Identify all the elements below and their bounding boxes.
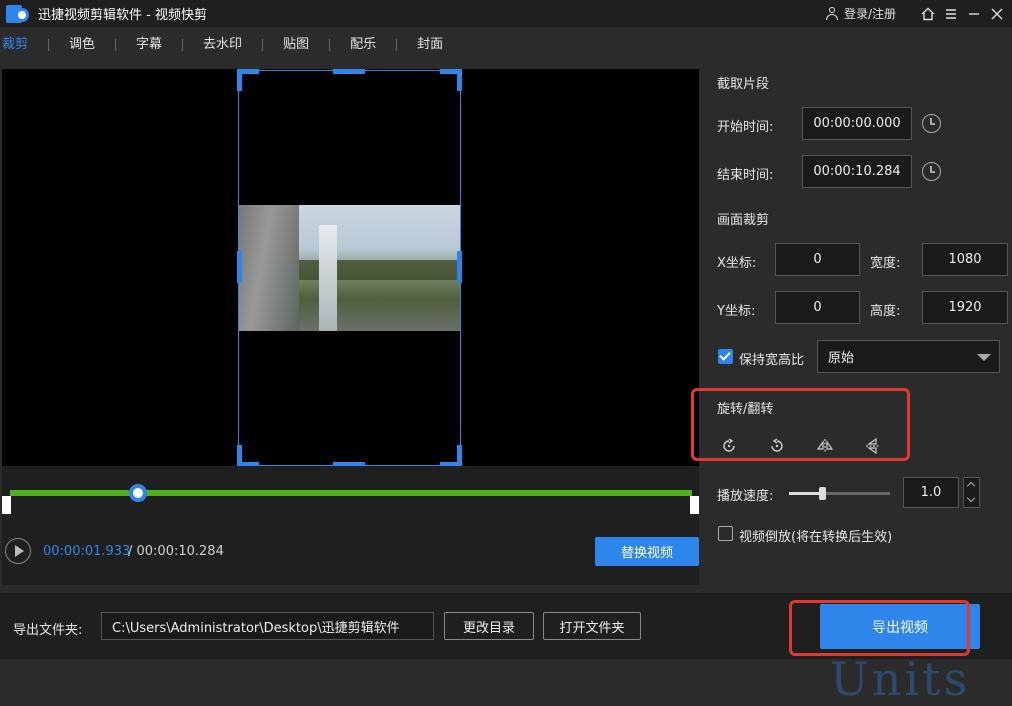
minimize-icon[interactable]: [962, 0, 985, 27]
user-icon: [825, 7, 838, 20]
crop-handle-top-left[interactable]: [237, 69, 259, 91]
speed-input[interactable]: 1.0: [903, 477, 959, 508]
crop-section-title: 画面裁剪: [717, 213, 770, 228]
export-highlight-box: [789, 600, 970, 656]
rotate-highlight-box: [691, 388, 910, 461]
crop-handle-left[interactable]: [237, 251, 242, 283]
start-time-input[interactable]: 00:00:00.000: [802, 107, 912, 140]
width-input[interactable]: 1080: [922, 243, 1008, 276]
chevron-down-icon: [977, 354, 991, 361]
speed-stepper[interactable]: [963, 477, 980, 508]
crop-handle-bottom-right[interactable]: [440, 445, 462, 467]
chevron-up-icon[interactable]: [966, 481, 976, 491]
speed-slider[interactable]: [789, 487, 890, 500]
speed-slider-fill: [789, 492, 823, 495]
tab-music[interactable]: 配乐: [330, 27, 396, 63]
login-button[interactable]: 登录/注册: [825, 5, 896, 22]
output-folder-label: 导出文件夹:: [13, 623, 83, 638]
crop-handle-right[interactable]: [457, 251, 462, 283]
app-title: 迅捷视频剪辑软件 - 视频快剪: [38, 8, 207, 23]
playhead-knob[interactable]: [129, 484, 148, 502]
height-label: 高度:: [870, 304, 901, 319]
current-time: 00:00:01.933: [43, 544, 131, 559]
menu-icon[interactable]: [939, 0, 962, 27]
timeline: 00:00:01.933 / 00:00:10.284: [2, 466, 699, 585]
clip-section-title: 截取片段: [717, 77, 770, 92]
tab-color[interactable]: 调色: [49, 27, 115, 63]
reverse-label: 视频倒放(将在转换后生效): [739, 530, 893, 545]
output-folder-path[interactable]: C:\Users\Administrator\Desktop\迅捷剪辑软件: [101, 612, 434, 640]
start-time-label: 开始时间:: [717, 120, 774, 135]
chevron-down-icon[interactable]: [966, 493, 976, 503]
keep-ratio-label: 保持宽高比: [739, 353, 805, 368]
end-time-input[interactable]: 00:00:10.284: [802, 155, 912, 188]
tab-crop[interactable]: 裁剪: [0, 27, 48, 63]
close-icon[interactable]: [985, 0, 1008, 27]
trim-start-handle[interactable]: [2, 496, 11, 514]
crop-frame[interactable]: [237, 69, 462, 467]
home-icon[interactable]: [916, 0, 939, 27]
change-directory-button[interactable]: 更改目录: [444, 612, 534, 640]
play-icon[interactable]: [5, 538, 31, 564]
replace-video-button[interactable]: 替换视频: [595, 537, 699, 566]
tab-remove-watermark[interactable]: 去水印: [183, 27, 262, 63]
height-input[interactable]: 1920: [922, 291, 1008, 324]
speed-label: 播放速度:: [717, 489, 774, 504]
aspect-ratio-value: 原始: [828, 351, 855, 366]
tab-sticker[interactable]: 贴图: [263, 27, 329, 63]
aspect-ratio-select[interactable]: 原始: [817, 340, 1000, 373]
x-coord-input[interactable]: 0: [775, 243, 860, 276]
reset-start-time-icon[interactable]: [922, 114, 941, 133]
x-coord-label: X坐标:: [717, 256, 757, 271]
tab-subtitle[interactable]: 字幕: [116, 27, 182, 63]
speed-slider-knob[interactable]: [819, 487, 827, 500]
width-label: 宽度:: [870, 256, 901, 271]
reverse-checkbox[interactable]: [718, 526, 733, 541]
keep-ratio-checkbox[interactable]: [718, 349, 733, 364]
end-time-label: 结束时间:: [717, 168, 774, 183]
crop-handle-top-right[interactable]: [440, 69, 462, 91]
app-logo-icon: [6, 3, 30, 25]
crop-handle-top[interactable]: [333, 69, 365, 74]
title-bar: 迅捷视频剪辑软件 - 视频快剪 登录/注册: [0, 0, 1012, 27]
feature-tabs: 裁剪 调色 字幕 去水印 贴图 配乐 封面: [0, 27, 1012, 63]
crop-handle-bottom-left[interactable]: [237, 445, 259, 467]
tab-cover[interactable]: 封面: [397, 27, 463, 63]
trim-end-handle[interactable]: [690, 496, 699, 514]
login-label: 登录/注册: [843, 7, 896, 21]
timeline-track[interactable]: [10, 490, 692, 496]
y-coord-input[interactable]: 0: [775, 291, 860, 324]
y-coord-label: Y坐标:: [717, 304, 756, 319]
reset-end-time-icon[interactable]: [922, 162, 941, 181]
open-folder-button[interactable]: 打开文件夹: [543, 612, 641, 640]
total-time: / 00:00:10.284: [128, 544, 224, 559]
